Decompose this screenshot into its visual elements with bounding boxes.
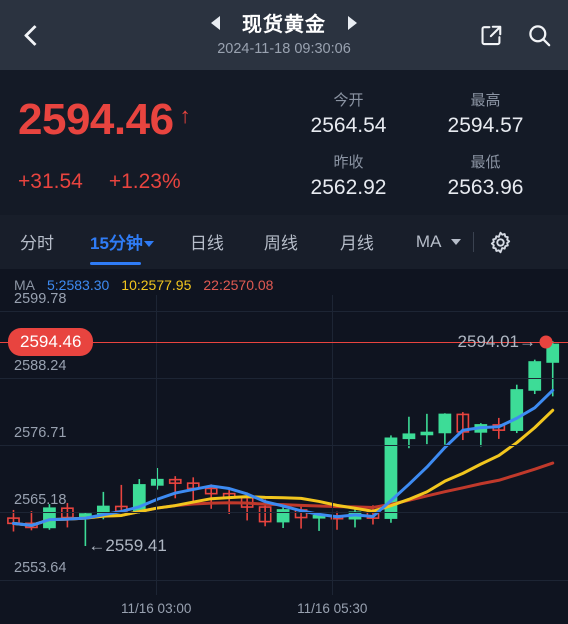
candle-body bbox=[510, 389, 524, 431]
candle-body bbox=[150, 478, 164, 486]
share-button[interactable] bbox=[474, 18, 508, 52]
price-direction-arrow-icon: ↑ bbox=[179, 103, 191, 128]
candle-body bbox=[528, 361, 542, 391]
stat-label-low: 最低 bbox=[470, 154, 501, 171]
change-absolute: +31.54 bbox=[18, 170, 83, 193]
tab-15min-label: 15分钟 bbox=[90, 234, 143, 253]
y-axis-label: 2553.64 bbox=[14, 559, 67, 576]
triangle-right-icon[interactable] bbox=[348, 15, 357, 30]
stat-value-prev-close: 2562.92 bbox=[310, 176, 387, 199]
search-icon bbox=[528, 24, 550, 46]
last-price-dot-marker bbox=[539, 335, 553, 349]
tab-15min[interactable]: 15分钟 bbox=[90, 215, 154, 269]
ma-line-ma5 bbox=[11, 388, 555, 527]
chart-gridline bbox=[0, 512, 568, 514]
quote-stats-block: 今开 最高 2564.54 2594.57 昨收 最低 2562.92 2563… bbox=[284, 82, 550, 215]
stat-label-high: 最高 bbox=[470, 92, 501, 109]
symbol-title: 现货黄金 bbox=[242, 14, 326, 36]
candle-body bbox=[43, 507, 56, 529]
change-percent: +1.23% bbox=[108, 170, 181, 193]
stat-value-open: 2564.54 bbox=[310, 114, 387, 137]
quote-main-block: 2594.46 ↑ +31.54 +1.23% bbox=[18, 82, 284, 215]
tab-monthly[interactable]: 月线 bbox=[340, 215, 374, 269]
candle-body bbox=[402, 433, 416, 440]
chevron-down-icon bbox=[143, 241, 154, 247]
low-price-marker-label: ←2559.41 bbox=[88, 536, 167, 555]
back-button[interactable] bbox=[14, 15, 54, 55]
app-header: 现货黄金 2024-11-18 09:30:06 bbox=[0, 0, 568, 70]
y-axis-label: 2565.18 bbox=[14, 492, 67, 509]
ma-legend-ma10: 10:2577.95 bbox=[121, 277, 192, 293]
y-axis-label: 2599.78 bbox=[14, 290, 67, 307]
last-price: 2594.46 bbox=[18, 95, 174, 144]
ma-legend: MA 5:2583.30 10:2577.95 22:2570.08 bbox=[14, 277, 273, 293]
x-axis-label: 11/16 05:30 bbox=[297, 601, 368, 616]
x-axis-label: 11/16 03:00 bbox=[121, 601, 192, 616]
triangle-left-icon[interactable] bbox=[211, 15, 220, 30]
stat-value-low: 2563.96 bbox=[447, 176, 524, 199]
quote-summary-panel: 2594.46 ↑ +31.54 +1.23% 今开 最高 2564.54 25… bbox=[0, 70, 568, 215]
ma-selector-label: MA bbox=[415, 232, 442, 251]
quote-detail-screen: 现货黄金 2024-11-18 09:30:06 2594.46 ↑ +31.5… bbox=[0, 0, 568, 624]
tab-weekly[interactable]: 周线 bbox=[264, 215, 298, 269]
current-price-badge: 2594.46 bbox=[8, 327, 94, 356]
ma-legend-ma22: 22:2570.08 bbox=[203, 277, 274, 293]
chart-period-tabbar: 分时 15分钟 日线 周线 月线 MA bbox=[0, 215, 568, 269]
chart-gridline bbox=[0, 378, 568, 380]
search-button[interactable] bbox=[522, 18, 556, 52]
chart-x-axis: 11/16 03:00 11/16 05:30 bbox=[0, 595, 568, 624]
share-external-link-icon bbox=[481, 25, 501, 45]
chart-gridline bbox=[0, 445, 568, 447]
candle-body bbox=[438, 413, 452, 434]
tab-daily[interactable]: 日线 bbox=[190, 215, 224, 269]
chevron-down-icon bbox=[451, 239, 462, 245]
gear-icon bbox=[490, 231, 511, 253]
tab-timeline[interactable]: 分时 bbox=[20, 215, 54, 269]
chart-settings-button[interactable] bbox=[486, 228, 514, 256]
chart-vgridline bbox=[332, 295, 334, 595]
stat-value-high: 2594.57 bbox=[447, 114, 524, 137]
chart-plot-area: 2599.78 2588.24 2576.71 2565.18 2553.64 2594.… bbox=[0, 291, 568, 595]
candle-body bbox=[420, 431, 434, 436]
stat-label-open: 今开 bbox=[333, 92, 364, 109]
chart-gridline bbox=[0, 579, 568, 581]
toolbar-divider bbox=[473, 232, 475, 252]
ma-indicator-selector[interactable]: MA bbox=[416, 232, 462, 252]
ma-legend-ma5: 5:2583.30 bbox=[47, 277, 110, 293]
last-price-marker-label: 2594.01→ bbox=[457, 331, 536, 351]
chart-gridline bbox=[0, 310, 568, 312]
chevron-left-icon bbox=[23, 24, 45, 46]
y-axis-label: 2576.71 bbox=[14, 425, 67, 442]
header-actions bbox=[474, 18, 556, 52]
ma-legend-prefix: MA bbox=[14, 277, 35, 293]
y-axis-label: 2588.24 bbox=[14, 358, 67, 375]
candlestick-chart[interactable]: MA 5:2583.30 10:2577.95 22:2570.08 2599.… bbox=[0, 269, 568, 624]
stat-label-prev-close: 昨收 bbox=[333, 154, 364, 171]
